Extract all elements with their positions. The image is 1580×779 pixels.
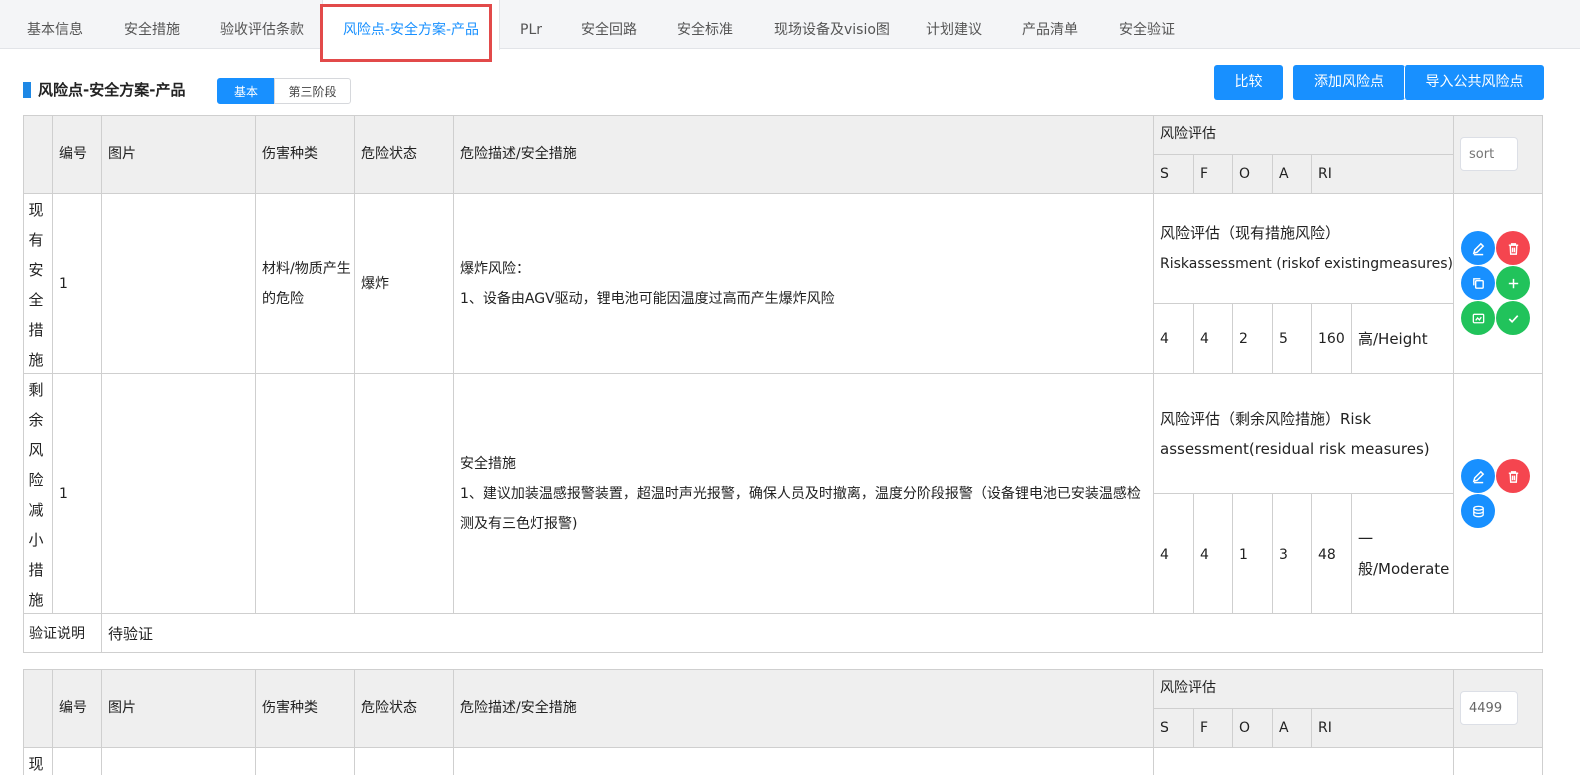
col-header-no: 编号 [59, 700, 87, 716]
value-o: 1 [1239, 547, 1248, 563]
value-s: 4 [1160, 547, 1169, 563]
image-icon[interactable] [1461, 301, 1495, 335]
description-body: 1、建议加装温感报警装置，超温时声光报警，确保人员及时撤离，温度分阶段报警（设备… [460, 486, 1141, 532]
col-header-a: A [1279, 720, 1289, 736]
plus-icon[interactable] [1496, 266, 1530, 300]
value-f: 4 [1200, 547, 1209, 563]
col-header-f: F [1200, 166, 1209, 182]
description-title: 爆炸风险： [460, 261, 530, 277]
tab-safety-standard[interactable]: 安全标准 [677, 0, 733, 49]
tab-product-list[interactable]: 产品清单 [1022, 0, 1078, 49]
assessment-title: 风险评估（剩余风险措施）Risk assessment(residual ris… [1160, 410, 1430, 458]
col-header-s: S [1160, 166, 1169, 182]
delete-icon[interactable] [1496, 459, 1530, 493]
row-label-char: 有 [28, 231, 44, 249]
verify-label: 验证说明 [29, 626, 85, 642]
verify-value: 待验证 [108, 625, 154, 643]
col-header-no: 编号 [59, 146, 87, 162]
col-header-hazard-type: 伤害种类 [262, 146, 318, 162]
col-header-s: S [1160, 720, 1169, 736]
tab-basic-info[interactable]: 基本信息 [27, 0, 83, 49]
row-label-char: 险 [28, 471, 44, 489]
tab-acceptance-terms[interactable]: 验收评估条款 [220, 0, 304, 49]
value-ri: 160 [1318, 331, 1345, 347]
tab-risk-safety-product[interactable]: 风险点-安全方案-产品 [322, 0, 500, 50]
compare-button[interactable]: 比较 [1214, 65, 1283, 100]
danger-state: 爆炸 [361, 276, 389, 292]
col-header-hazard-type: 伤害种类 [262, 700, 318, 716]
tab-plr[interactable]: PLr [520, 0, 542, 49]
col-header-a: A [1279, 166, 1289, 182]
edit-icon[interactable] [1461, 231, 1495, 265]
row-label-char: 减 [28, 501, 44, 519]
col-header-description: 危险描述/安全措施 [460, 700, 577, 716]
col-header-risk-assessment: 风险评估 [1160, 680, 1216, 696]
copy-icon[interactable] [1461, 266, 1495, 300]
value-a: 5 [1279, 331, 1288, 347]
col-header-image: 图片 [108, 700, 136, 716]
value-f: 4 [1200, 331, 1209, 347]
value-o: 2 [1239, 331, 1248, 347]
row-label-char: 安 [28, 261, 44, 279]
row-label-char: 风 [28, 441, 44, 459]
value-a: 3 [1279, 547, 1288, 563]
sort-input[interactable] [1460, 691, 1518, 725]
row-no: 1 [59, 486, 68, 502]
col-header-ri: RI [1318, 166, 1332, 182]
description-title: 安全措施 [460, 456, 516, 472]
hazard-type: 材料/物质产生的危险 [262, 261, 351, 307]
row-label-char: 全 [28, 291, 44, 309]
row-label-char: 余 [28, 411, 44, 429]
col-header-description: 危险描述/安全措施 [460, 146, 577, 162]
section-accent-bar [23, 82, 31, 98]
assessment-title: 风险评估（现有措施风险） [1160, 224, 1341, 242]
col-header-image: 图片 [108, 146, 136, 162]
tab-safety-measures[interactable]: 安全措施 [124, 0, 180, 49]
assessment-subtitle: Riskassessment (riskof existingmeasures) [1160, 256, 1453, 272]
col-header-ri: RI [1318, 720, 1332, 736]
tab-bar: 基本信息 安全措施 验收评估条款 风险点-安全方案-产品 PLr 安全回路 安全… [0, 0, 1580, 50]
row-label-char: 施 [28, 591, 44, 609]
tab-site-equipment-visio[interactable]: 现场设备及visio图 [774, 0, 890, 49]
tab-safety-circuit[interactable]: 安全回路 [581, 0, 637, 49]
sort-input[interactable] [1460, 137, 1518, 171]
section-title: 风险点-安全方案-产品 [38, 81, 186, 99]
col-header-f: F [1200, 720, 1209, 736]
row-label-char: 现 [28, 201, 44, 219]
row-label-char: 剩 [28, 381, 44, 399]
risk-level: 一般/Moderate [1358, 530, 1450, 578]
value-s: 4 [1160, 331, 1169, 347]
description-body: 1、设备由AGV驱动，锂电池可能因温度过高而产生爆炸风险 [460, 291, 835, 307]
segment-basic[interactable]: 基本 [217, 78, 275, 104]
database-icon[interactable] [1461, 494, 1495, 528]
add-risk-point-button[interactable]: 添加风险点 [1293, 65, 1405, 100]
tab-safety-verification[interactable]: 安全验证 [1119, 0, 1175, 49]
row-label-char: 小 [28, 531, 44, 549]
segment-third-stage[interactable]: 第三阶段 [274, 78, 351, 104]
row-label-char: 措 [28, 561, 44, 579]
tab-plan-suggestion[interactable]: 计划建议 [926, 0, 982, 49]
row-no: 1 [59, 276, 68, 292]
col-header-risk-assessment: 风险评估 [1160, 126, 1216, 142]
col-header-danger-state: 危险状态 [361, 146, 417, 162]
import-public-risk-button[interactable]: 导入公共风险点 [1404, 65, 1544, 100]
col-header-o: O [1239, 720, 1251, 736]
check-icon[interactable] [1496, 301, 1530, 335]
row-label-char: 施 [28, 351, 44, 369]
edit-icon[interactable] [1461, 459, 1495, 493]
value-ri: 48 [1318, 547, 1336, 563]
risk-level: 高/Height [1358, 330, 1428, 348]
delete-icon[interactable] [1496, 231, 1530, 265]
col-header-o: O [1239, 166, 1251, 182]
row-label-char: 措 [28, 321, 44, 339]
col-header-danger-state: 危险状态 [361, 700, 417, 716]
